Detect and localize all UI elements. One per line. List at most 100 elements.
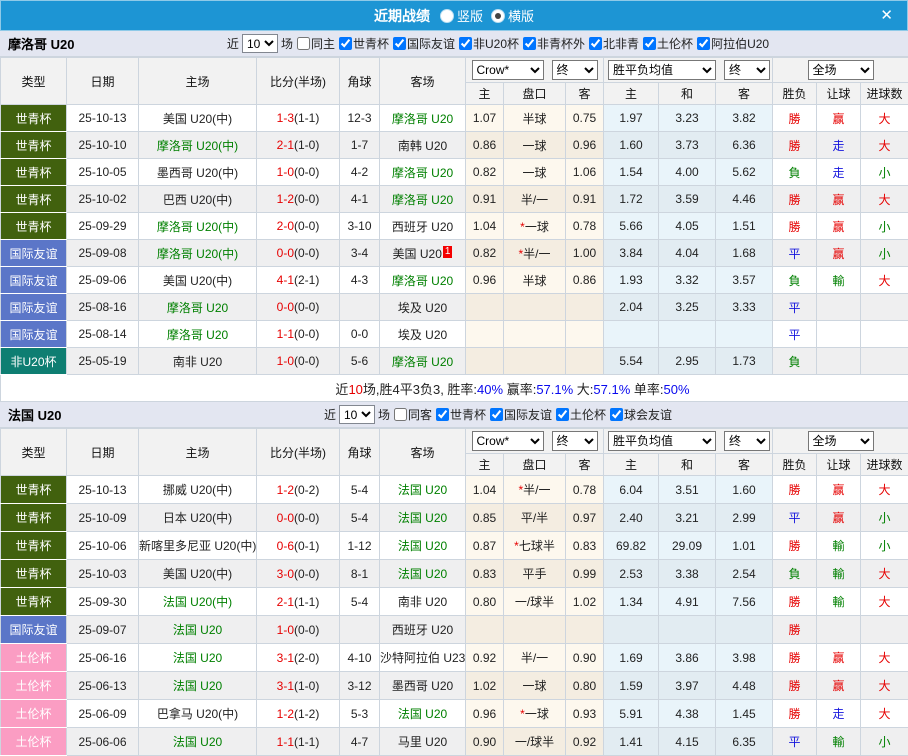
final-odds-select[interactable]: 终: [552, 431, 598, 451]
col-subheader: 主: [466, 454, 504, 476]
home-team[interactable]: 巴拿马 U20(中): [139, 700, 257, 728]
same-venue-checkbox[interactable]: [394, 408, 407, 421]
same-venue-checkbox[interactable]: [297, 37, 310, 50]
cup-checkbox[interactable]: [523, 37, 536, 50]
away-team[interactable]: 法国 U20: [380, 476, 466, 504]
away-team[interactable]: 沙特阿拉伯 U23: [380, 644, 466, 672]
match-scope-select[interactable]: 全场: [808, 431, 874, 451]
home-team[interactable]: 美国 U20(中): [139, 105, 257, 132]
close-icon[interactable]: ✕: [876, 6, 897, 26]
result-handicap: 走: [817, 700, 861, 728]
home-team[interactable]: 法国 U20(中): [139, 588, 257, 616]
cup-checkbox[interactable]: [459, 37, 472, 50]
cup-label[interactable]: 非U20杯: [473, 35, 519, 52]
away-team[interactable]: 南韩 U20: [380, 132, 466, 159]
horizontal-layout-label[interactable]: 横版: [508, 6, 534, 25]
home-team[interactable]: 新喀里多尼亚 U20(中): [139, 532, 257, 560]
away-team[interactable]: 西班牙 U20: [380, 616, 466, 644]
col-header: 类型: [1, 429, 67, 476]
col-subheader: 进球数: [861, 454, 908, 476]
dialog-title: 近期战绩: [374, 6, 430, 26]
away-team[interactable]: 马里 U20: [380, 728, 466, 756]
same-venue-label[interactable]: 同主: [311, 35, 335, 52]
cup-label[interactable]: 北非青: [603, 35, 639, 52]
away-team[interactable]: 摩洛哥 U20: [380, 186, 466, 213]
home-team[interactable]: 摩洛哥 U20: [139, 321, 257, 348]
home-team[interactable]: 巴西 U20(中): [139, 186, 257, 213]
cup-label[interactable]: 国际友谊: [407, 35, 455, 52]
avg-draw-odds: 4.15: [659, 728, 716, 756]
cup-checkbox[interactable]: [490, 408, 503, 421]
away-team[interactable]: 摩洛哥 U20: [380, 105, 466, 132]
match-scope-select[interactable]: 全场: [808, 60, 874, 80]
cup-checkbox[interactable]: [610, 408, 623, 421]
avg-home-odds: 1.54: [604, 159, 659, 186]
cup-label[interactable]: 世青杯: [450, 406, 486, 423]
home-team[interactable]: 墨西哥 U20(中): [139, 159, 257, 186]
recent-count-select[interactable]: 10: [242, 34, 278, 53]
cup-checkbox[interactable]: [589, 37, 602, 50]
cup-label[interactable]: 球会友谊: [624, 406, 672, 423]
home-odds: 0.82: [466, 159, 504, 186]
cup-label[interactable]: 阿拉伯U20: [711, 35, 769, 52]
home-team[interactable]: 法国 U20: [139, 672, 257, 700]
home-team[interactable]: 美国 U20(中): [139, 560, 257, 588]
corner-count: 4-3: [340, 267, 380, 294]
home-team[interactable]: 法国 U20: [139, 616, 257, 644]
competition-badge: 世青杯: [1, 105, 67, 132]
cup-label[interactable]: 非青杯外: [537, 35, 585, 52]
cup-checkbox[interactable]: [393, 37, 406, 50]
home-team[interactable]: 日本 U20(中): [139, 504, 257, 532]
home-team[interactable]: 摩洛哥 U20(中): [139, 132, 257, 159]
col-header: 客场: [380, 58, 466, 105]
horizontal-layout-radio[interactable]: [491, 9, 505, 23]
cup-checkbox[interactable]: [339, 37, 352, 50]
away-team[interactable]: 美国 U201: [380, 240, 466, 267]
vertical-layout-radio[interactable]: [440, 9, 454, 23]
cup-checkbox[interactable]: [697, 37, 710, 50]
cup-label[interactable]: 土伦杯: [570, 406, 606, 423]
home-team[interactable]: 挪威 U20(中): [139, 476, 257, 504]
cup-label[interactable]: 世青杯: [353, 35, 389, 52]
odds-source-select[interactable]: Crow*: [472, 431, 544, 451]
recent-count-select[interactable]: 10: [339, 405, 375, 424]
away-team[interactable]: 法国 U20: [380, 700, 466, 728]
result-goals: 小: [861, 728, 908, 756]
away-team[interactable]: 埃及 U20: [380, 294, 466, 321]
away-team[interactable]: 摩洛哥 U20: [380, 159, 466, 186]
away-odds: 1.00: [566, 240, 604, 267]
vertical-layout-label[interactable]: 竖版: [457, 6, 483, 25]
away-team[interactable]: 法国 U20: [380, 532, 466, 560]
result-outcome: 勝: [773, 700, 817, 728]
final-avg-select[interactable]: 终: [724, 431, 770, 451]
home-team[interactable]: 摩洛哥 U20(中): [139, 240, 257, 267]
away-team[interactable]: 摩洛哥 U20: [380, 267, 466, 294]
cup-checkbox[interactable]: [556, 408, 569, 421]
home-team[interactable]: 法国 U20: [139, 728, 257, 756]
away-team[interactable]: 西班牙 U20: [380, 213, 466, 240]
away-team[interactable]: 摩洛哥 U20: [380, 348, 466, 375]
odds-source-select[interactable]: Crow*: [472, 60, 544, 80]
cup-checkbox[interactable]: [643, 37, 656, 50]
away-team[interactable]: 埃及 U20: [380, 321, 466, 348]
home-team[interactable]: 摩洛哥 U20: [139, 294, 257, 321]
home-team[interactable]: 美国 U20(中): [139, 267, 257, 294]
cup-label[interactable]: 土伦杯: [657, 35, 693, 52]
home-team[interactable]: 南非 U20: [139, 348, 257, 375]
home-team[interactable]: 法国 U20: [139, 644, 257, 672]
away-team[interactable]: 南非 U20: [380, 588, 466, 616]
final-avg-select[interactable]: 终: [724, 60, 770, 80]
cup-checkbox[interactable]: [436, 408, 449, 421]
result-outcome: 平: [773, 728, 817, 756]
result-goals: 小: [861, 240, 908, 267]
match-date: 25-10-02: [67, 186, 139, 213]
away-team[interactable]: 法国 U20: [380, 560, 466, 588]
avg-odds-select[interactable]: 胜平负均值: [608, 431, 716, 451]
avg-odds-select[interactable]: 胜平负均值: [608, 60, 716, 80]
same-venue-label[interactable]: 同客: [408, 406, 432, 423]
home-team[interactable]: 摩洛哥 U20(中): [139, 213, 257, 240]
final-odds-select[interactable]: 终: [552, 60, 598, 80]
cup-label[interactable]: 国际友谊: [504, 406, 552, 423]
away-team[interactable]: 墨西哥 U20: [380, 672, 466, 700]
away-team[interactable]: 法国 U20: [380, 504, 466, 532]
